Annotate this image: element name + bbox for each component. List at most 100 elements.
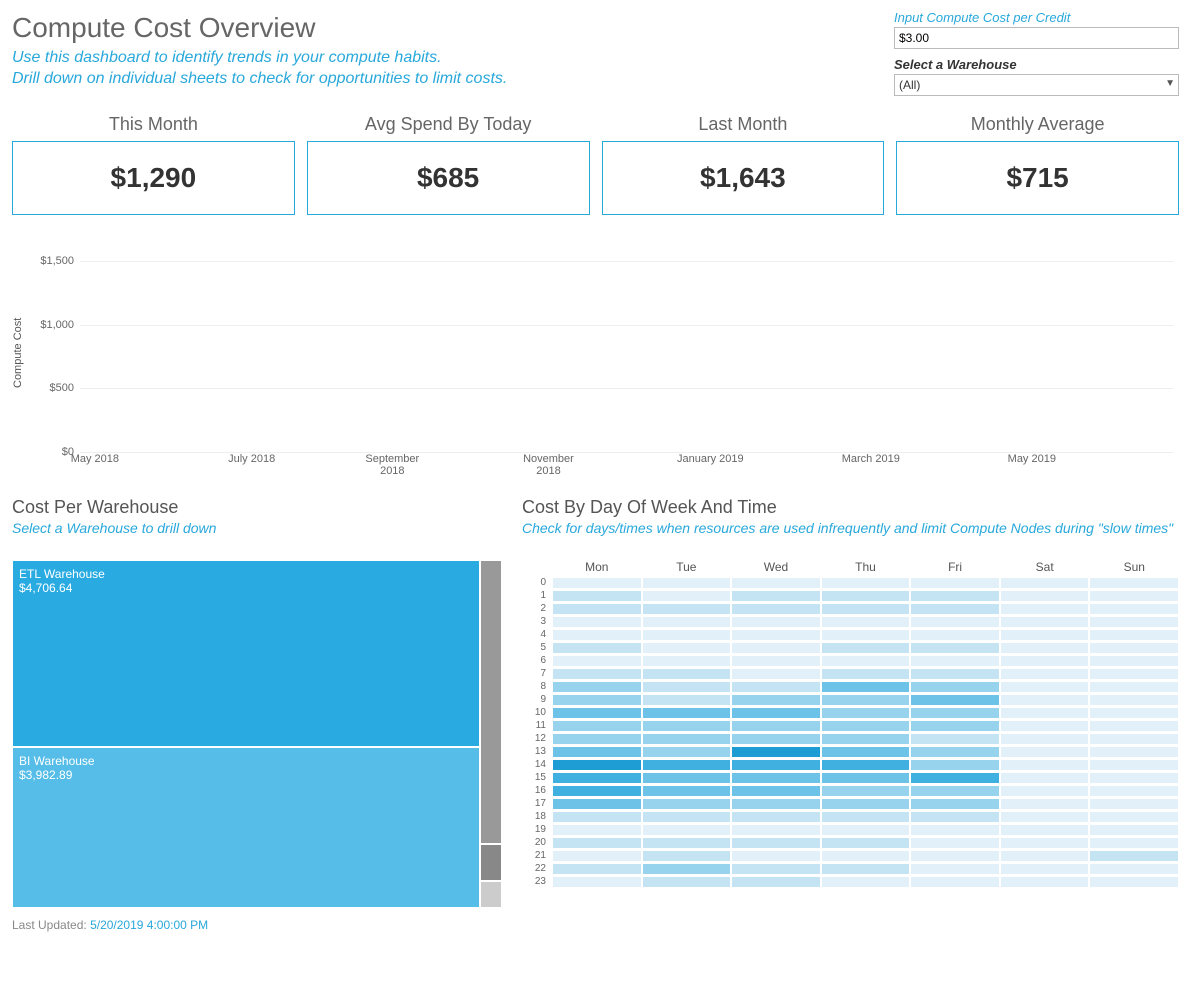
heatmap-cell[interactable] xyxy=(821,668,911,680)
heatmap-cell[interactable] xyxy=(821,629,911,641)
heatmap-cell[interactable] xyxy=(1089,655,1179,667)
heatmap-cell[interactable] xyxy=(731,824,821,836)
heatmap-cell[interactable] xyxy=(1089,772,1179,784)
heatmap-cell[interactable] xyxy=(642,746,732,758)
heatmap-cell[interactable] xyxy=(731,733,821,745)
heatmap-cell[interactable] xyxy=(910,850,1000,862)
cost-per-warehouse-treemap[interactable]: ETL Warehouse $4,706.64 BI Warehouse $3,… xyxy=(12,560,502,908)
treemap-cell-bi[interactable]: BI Warehouse $3,982.89 xyxy=(12,747,480,908)
heatmap-cell[interactable] xyxy=(552,798,642,810)
treemap-cell-other3[interactable] xyxy=(480,881,502,908)
heatmap-cell[interactable] xyxy=(1000,681,1090,693)
warehouse-select[interactable]: (All) xyxy=(894,74,1179,96)
heatmap-cell[interactable] xyxy=(910,746,1000,758)
heatmap-cell[interactable] xyxy=(821,798,911,810)
heatmap-cell[interactable] xyxy=(1000,707,1090,719)
heatmap-cell[interactable] xyxy=(1089,824,1179,836)
heatmap-cell[interactable] xyxy=(821,863,911,875)
heatmap-cell[interactable] xyxy=(552,759,642,771)
heatmap-cell[interactable] xyxy=(731,759,821,771)
heatmap-cell[interactable] xyxy=(1089,720,1179,732)
heatmap-cell[interactable] xyxy=(642,655,732,667)
heatmap-cell[interactable] xyxy=(1000,811,1090,823)
heatmap-cell[interactable] xyxy=(731,850,821,862)
heatmap-cell[interactable] xyxy=(910,668,1000,680)
heatmap-cell[interactable] xyxy=(642,577,732,589)
heatmap-cell[interactable] xyxy=(821,759,911,771)
heatmap-cell[interactable] xyxy=(552,590,642,602)
heatmap-cell[interactable] xyxy=(1089,837,1179,849)
heatmap-cell[interactable] xyxy=(1000,759,1090,771)
heatmap-cell[interactable] xyxy=(642,798,732,810)
heatmap-cell[interactable] xyxy=(821,720,911,732)
heatmap-cell[interactable] xyxy=(731,603,821,615)
heatmap-cell[interactable] xyxy=(552,629,642,641)
heatmap-cell[interactable] xyxy=(1089,785,1179,797)
heatmap-cell[interactable] xyxy=(731,811,821,823)
heatmap-cell[interactable] xyxy=(642,759,732,771)
heatmap-cell[interactable] xyxy=(642,863,732,875)
heatmap-cell[interactable] xyxy=(821,642,911,654)
heatmap-cell[interactable] xyxy=(1000,824,1090,836)
heatmap-cell[interactable] xyxy=(821,850,911,862)
heatmap-cell[interactable] xyxy=(731,707,821,719)
heatmap-cell[interactable] xyxy=(642,772,732,784)
heatmap-cell[interactable] xyxy=(731,577,821,589)
treemap-cell-other2[interactable] xyxy=(480,844,502,881)
heatmap-cell[interactable] xyxy=(642,616,732,628)
heatmap-cell[interactable] xyxy=(821,655,911,667)
heatmap-cell[interactable] xyxy=(821,837,911,849)
heatmap-cell[interactable] xyxy=(910,616,1000,628)
heatmap-cell[interactable] xyxy=(731,876,821,888)
heatmap-cell[interactable] xyxy=(821,811,911,823)
heatmap-cell[interactable] xyxy=(1089,811,1179,823)
heatmap-cell[interactable] xyxy=(552,720,642,732)
heatmap-cell[interactable] xyxy=(731,681,821,693)
heatmap-cell[interactable] xyxy=(1000,720,1090,732)
heatmap-cell[interactable] xyxy=(1089,694,1179,706)
heatmap-cell[interactable] xyxy=(1089,876,1179,888)
heatmap-cell[interactable] xyxy=(552,681,642,693)
heatmap-cell[interactable] xyxy=(642,668,732,680)
heatmap-cell[interactable] xyxy=(731,668,821,680)
heatmap-cell[interactable] xyxy=(642,603,732,615)
heatmap-cell[interactable] xyxy=(1089,863,1179,875)
heatmap-cell[interactable] xyxy=(1000,733,1090,745)
heatmap-cell[interactable] xyxy=(910,629,1000,641)
heatmap-cell[interactable] xyxy=(1000,850,1090,862)
heatmap-cell[interactable] xyxy=(642,642,732,654)
heatmap-cell[interactable] xyxy=(1089,746,1179,758)
heatmap-cell[interactable] xyxy=(1000,876,1090,888)
heatmap-cell[interactable] xyxy=(552,785,642,797)
heatmap-cell[interactable] xyxy=(1000,616,1090,628)
heatmap-cell[interactable] xyxy=(821,616,911,628)
heatmap-cell[interactable] xyxy=(731,629,821,641)
heatmap-cell[interactable] xyxy=(1000,603,1090,615)
heatmap-cell[interactable] xyxy=(731,616,821,628)
heatmap-cell[interactable] xyxy=(910,577,1000,589)
heatmap-cell[interactable] xyxy=(552,707,642,719)
heatmap-cell[interactable] xyxy=(821,772,911,784)
heatmap-cell[interactable] xyxy=(642,681,732,693)
heatmap-cell[interactable] xyxy=(731,837,821,849)
heatmap-cell[interactable] xyxy=(552,863,642,875)
heatmap-cell[interactable] xyxy=(1000,629,1090,641)
heatmap-cell[interactable] xyxy=(910,863,1000,875)
heatmap-cell[interactable] xyxy=(821,746,911,758)
heatmap-cell[interactable] xyxy=(1000,785,1090,797)
heatmap-cell[interactable] xyxy=(642,694,732,706)
heatmap-cell[interactable] xyxy=(1000,590,1090,602)
heatmap-cell[interactable] xyxy=(1089,681,1179,693)
heatmap-cell[interactable] xyxy=(642,837,732,849)
heatmap-cell[interactable] xyxy=(1000,577,1090,589)
heatmap-cell[interactable] xyxy=(821,577,911,589)
heatmap-cell[interactable] xyxy=(910,759,1000,771)
heatmap-cell[interactable] xyxy=(552,603,642,615)
heatmap-cell[interactable] xyxy=(821,785,911,797)
heatmap-cell[interactable] xyxy=(1089,668,1179,680)
heatmap-cell[interactable] xyxy=(910,707,1000,719)
heatmap-cell[interactable] xyxy=(910,876,1000,888)
heatmap-cell[interactable] xyxy=(821,694,911,706)
heatmap-cell[interactable] xyxy=(731,642,821,654)
heatmap-cell[interactable] xyxy=(910,733,1000,745)
